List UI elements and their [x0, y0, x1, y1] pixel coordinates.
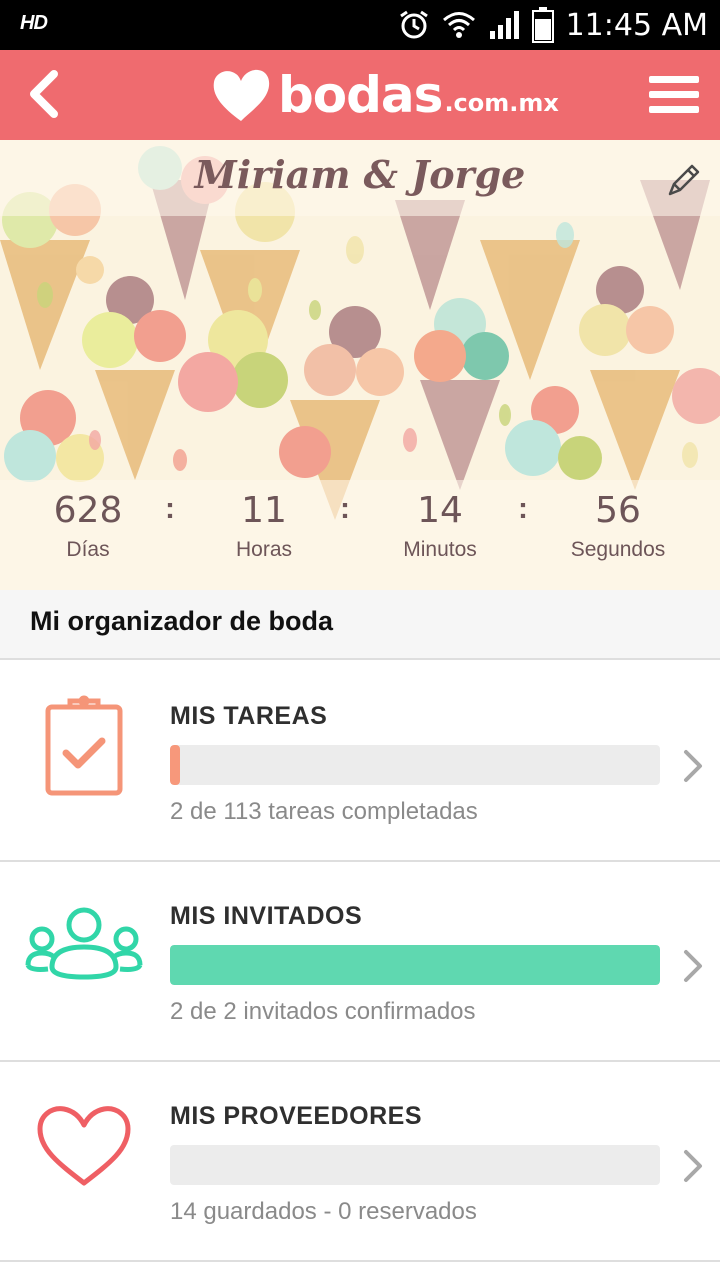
tasks-title: MIS TAREAS: [170, 702, 328, 730]
back-button[interactable]: [14, 64, 74, 124]
countdown-days-label: Días: [66, 538, 110, 561]
countdown-days-value: 628: [53, 490, 123, 531]
wedding-hero-banner: Miriam & Jorge 628 Días : 11 Horas : 14 …: [0, 140, 720, 590]
guests-card[interactable]: MIS INVITADOS 2 de 2 invitados confirmad…: [0, 862, 720, 1062]
alarm-icon: [399, 10, 428, 39]
bodas-logo[interactable]: bodas .com.mx: [210, 56, 559, 134]
chevron-right-icon: [680, 748, 706, 784]
couple-names: Miriam & Jorge: [194, 152, 526, 197]
countdown-hours-value: 11: [241, 490, 287, 531]
chevron-right-icon: [680, 1148, 706, 1184]
countdown-seconds-label: Segundos: [570, 538, 666, 561]
countdown-hours-label: Horas: [235, 538, 293, 561]
vendors-progress-bar: [170, 1145, 660, 1185]
countdown-minutes-label: Minutos: [403, 538, 477, 561]
hamburger-menu-icon: [649, 76, 699, 113]
countdown-separator: :: [518, 492, 528, 525]
organizer-section-header: Mi organizador de boda: [0, 590, 720, 660]
guests-progress-fill: [170, 945, 660, 985]
countdown-separator: :: [340, 492, 350, 525]
pencil-icon: [668, 164, 700, 196]
menu-button[interactable]: [642, 64, 706, 124]
tasks-subtitle: 2 de 113 tareas completadas: [170, 798, 478, 825]
app-bar: bodas .com.mx: [0, 50, 720, 140]
logo-domain: .com.mx: [444, 89, 559, 117]
section-title: Mi organizador de boda: [30, 606, 334, 636]
countdown-hours: 11 Horas: [184, 488, 344, 562]
heart-logo-icon: [213, 69, 270, 121]
countdown-minutes-value: 14: [417, 490, 463, 531]
countdown-days: 628 Días: [8, 488, 168, 562]
logo-text: bodas: [278, 66, 443, 124]
battery-icon: [531, 7, 554, 43]
chevron-left-icon: [30, 70, 58, 118]
vendors-card[interactable]: MIS PROVEEDORES 14 guardados - 0 reserva…: [0, 1062, 720, 1262]
guests-subtitle: 2 de 2 invitados confirmados: [170, 998, 476, 1025]
tasks-progress-fill: [170, 745, 180, 785]
countdown-separator: :: [165, 492, 175, 525]
wedding-countdown: 628 Días : 11 Horas : 14 Minutos : 56 Se…: [0, 488, 720, 578]
wifi-icon: [442, 12, 475, 38]
vendors-subtitle: 14 guardados - 0 reservados: [170, 1198, 477, 1225]
guests-progress-bar: [170, 945, 660, 985]
group-people-icon: [24, 892, 144, 1002]
edit-button[interactable]: [662, 158, 706, 202]
guests-title: MIS INVITADOS: [170, 902, 363, 930]
signal-icon: [489, 11, 519, 39]
heart-outline-icon: [24, 1092, 144, 1202]
status-bar: HD 11:45 AM: [0, 0, 720, 50]
countdown-seconds-value: 56: [595, 490, 641, 531]
chevron-right-icon: [680, 948, 706, 984]
clock-time: 11:45 AM: [565, 7, 708, 43]
countdown-seconds: 56 Segundos: [538, 488, 698, 562]
clipboard-check-icon: [24, 692, 144, 802]
status-icons: 11:45 AM: [398, 4, 708, 46]
vendors-title: MIS PROVEEDORES: [170, 1102, 422, 1130]
countdown-minutes: 14 Minutos: [360, 488, 520, 562]
tasks-progress-bar: [170, 745, 660, 785]
tasks-card[interactable]: MIS TAREAS 2 de 113 tareas completadas: [0, 662, 720, 862]
hd-label: HD: [20, 12, 48, 34]
